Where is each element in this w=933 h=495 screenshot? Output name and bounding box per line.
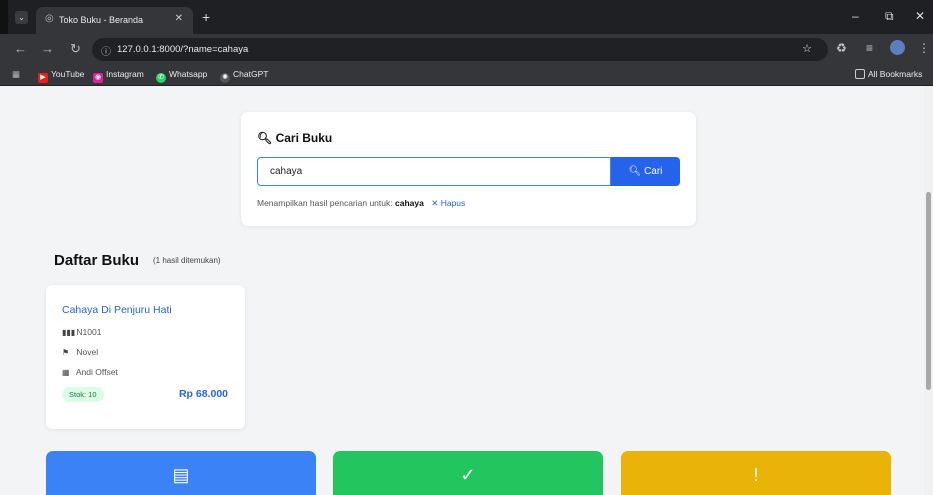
book-category: ⚑ Novel — [62, 347, 98, 357]
close-icon: ✕ — [431, 198, 439, 208]
site-info-icon[interactable]: ⓘ — [101, 43, 111, 58]
bookmark-label: YouTube — [51, 69, 85, 79]
book-card[interactable]: Cahaya Di Penjuru Hati ▮▮▮ N1001 ⚑ Novel… — [46, 285, 245, 429]
page-content: 🔍︎ Cari Buku 🔍︎ Cari Menampilkan hasil p… — [0, 86, 924, 495]
browser-tab[interactable]: ◎ Toko Buku - Beranda ✕ — [36, 7, 193, 34]
search-icon: 🔍︎ — [628, 166, 642, 177]
bookmark-youtube[interactable]: ▶ YouTube — [38, 69, 84, 83]
clear-label: Hapus — [440, 198, 466, 208]
stat-card-books: ▤ — [46, 451, 316, 495]
search-input[interactable] — [257, 157, 611, 186]
stat-card-warning: ! — [621, 451, 891, 495]
chatgpt-icon: ✺ — [220, 73, 230, 83]
search-button[interactable]: 🔍︎ Cari — [611, 157, 680, 186]
bookmark-label: Whatsapp — [169, 69, 208, 79]
barcode-icon: ▮▮▮ — [62, 328, 76, 337]
bookmark-instagram[interactable]: ◉ Instagram — [93, 69, 144, 83]
result-prefix: Menampilkan hasil pencarian untuk: — [257, 198, 393, 208]
exclamation-icon: ! — [753, 465, 759, 485]
bookmark-label: ChatGPT — [233, 69, 269, 79]
minimize-button[interactable]: – — [852, 9, 859, 23]
building-icon: ▦ — [62, 368, 70, 377]
all-bookmarks-label: All Bookmarks — [868, 69, 923, 79]
apps-icon[interactable]: ▦ — [12, 69, 20, 80]
clear-search-link[interactable]: ✕ Hapus — [431, 198, 465, 208]
youtube-icon: ▶ — [38, 73, 48, 83]
forward-icon[interactable]: → — [41, 42, 54, 56]
globe-icon: ◎ — [45, 13, 54, 24]
result-count: (1 hasil ditemukan) — [153, 256, 221, 265]
reading-list-icon[interactable]: ≡ — [866, 41, 873, 55]
book-publisher-text: Andi Offset — [75, 367, 118, 377]
url-text: 127.0.0.1:8000/?name=cahaya — [117, 44, 249, 55]
book-price: Rp 68.000 — [178, 388, 228, 400]
result-term: cahaya — [394, 198, 424, 208]
browser-tab-bar: ⌄ ◎ Toko Buku - Beranda ✕ + – ⧉ ✕ — [0, 0, 933, 34]
tab-search-button[interactable]: ⌄ — [15, 11, 28, 24]
all-bookmarks-folder[interactable]: All Bookmarks — [855, 69, 922, 79]
restore-button[interactable]: ⧉ — [885, 9, 894, 24]
stat-card-available: ✓ — [333, 451, 603, 495]
book-icon: ▤ — [172, 465, 190, 485]
book-publisher: ▦ Andi Offset — [62, 367, 118, 377]
folder-icon — [855, 69, 865, 79]
profile-avatar[interactable] — [890, 40, 905, 55]
bookmark-chatgpt[interactable]: ✺ ChatGPT — [220, 69, 268, 83]
book-code: ▮▮▮ N1001 — [62, 327, 101, 337]
close-window-button[interactable]: ✕ — [915, 9, 925, 23]
search-icon: 🔍︎ — [257, 131, 273, 145]
address-toolbar: ← → ↻ ⓘ 127.0.0.1:8000/?name=cahaya ☆ — [0, 34, 933, 65]
new-tab-button[interactable]: + — [202, 9, 210, 25]
address-bar[interactable]: ⓘ 127.0.0.1:8000/?name=cahaya ☆ — [92, 38, 828, 61]
page-title: Daftar Buku — [54, 252, 140, 269]
bookmark-label: Instagram — [106, 69, 144, 79]
bookmark-star-icon[interactable]: ☆ — [802, 42, 812, 55]
tag-icon: ⚑ — [62, 348, 70, 357]
search-result-info: Menampilkan hasil pencarian untuk: cahay… — [257, 198, 465, 209]
whatsapp-icon: ✆ — [156, 73, 166, 83]
search-title: 🔍︎ Cari Buku — [257, 131, 332, 145]
tab-title: Toko Buku - Beranda — [59, 15, 144, 25]
close-tab-icon[interactable]: ✕ — [175, 13, 183, 24]
scrollbar-thumb[interactable] — [926, 192, 931, 390]
book-title[interactable]: Cahaya Di Penjuru Hati — [62, 304, 172, 316]
extensions-icon[interactable]: ♻ — [836, 41, 847, 55]
search-card: 🔍︎ Cari Buku 🔍︎ Cari Menampilkan hasil p… — [241, 112, 696, 226]
menu-icon[interactable]: ⋮ — [918, 41, 930, 55]
bookmarks-bar: ▦ ▶ YouTube ◉ Instagram ✆ Whatsapp ✺ ChatGPT… — [0, 65, 933, 86]
book-code-text: N1001 — [76, 327, 102, 337]
reload-icon[interactable]: ↻ — [70, 42, 81, 56]
bookmark-whatsapp[interactable]: ✆ Whatsapp — [156, 69, 207, 83]
book-category-text: Novel — [76, 347, 99, 357]
search-button-label: Cari — [644, 166, 663, 177]
back-icon[interactable]: ← — [14, 42, 27, 56]
search-title-text: Cari Buku — [275, 131, 333, 145]
instagram-icon: ◉ — [93, 73, 103, 83]
stock-badge: Stok: 10 — [62, 387, 104, 402]
tab-bar-edge — [0, 0, 8, 34]
check-icon: ✓ — [460, 465, 476, 485]
scrollbar[interactable] — [924, 86, 933, 495]
